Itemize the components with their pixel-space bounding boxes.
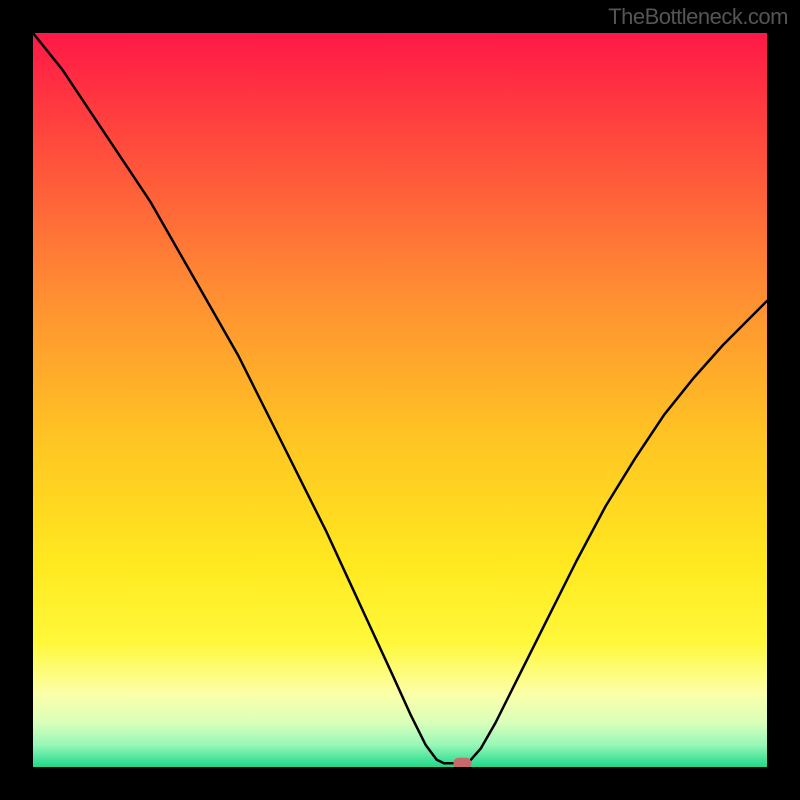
optimal-marker	[453, 758, 471, 767]
chart-frame	[33, 33, 767, 767]
watermark-text: TheBottleneck.com	[608, 4, 788, 30]
bottleneck-chart	[33, 33, 767, 767]
gradient-background	[33, 33, 767, 767]
